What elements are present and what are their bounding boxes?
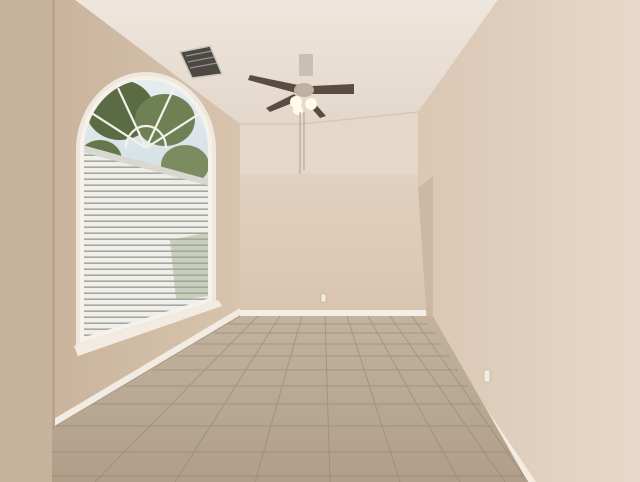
room-photo (0, 0, 640, 482)
left-edge-wall (0, 0, 54, 482)
back-wall (240, 174, 433, 324)
wall-outlet-icon (320, 293, 327, 303)
baseboard (240, 310, 433, 316)
arched-window-icon (74, 72, 222, 356)
wall-outlet-icon (483, 369, 491, 383)
